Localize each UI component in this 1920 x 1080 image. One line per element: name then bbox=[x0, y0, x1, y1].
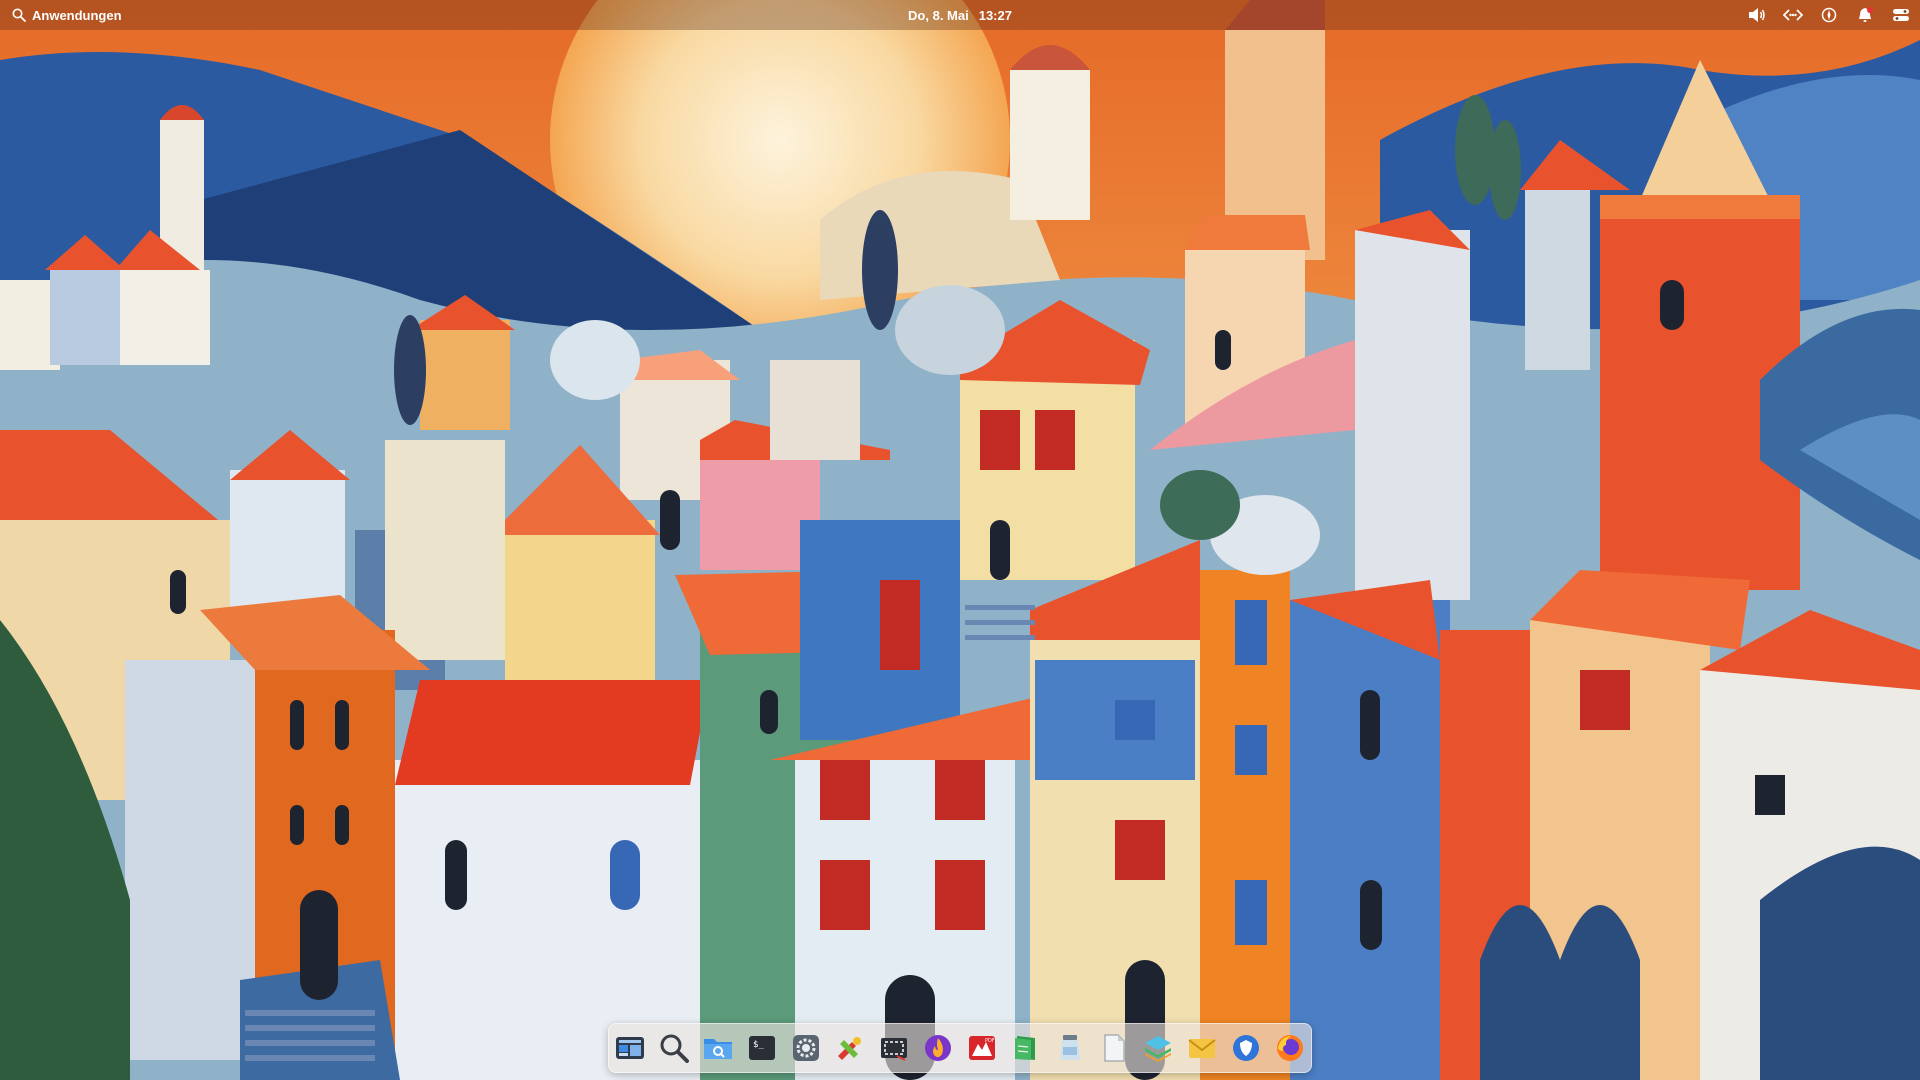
multitasking-view-icon bbox=[616, 1037, 644, 1059]
dock-item-layers[interactable] bbox=[1140, 1030, 1176, 1066]
top-panel: Anwendungen Do, 8. Mai 13:27 bbox=[0, 0, 1920, 30]
night-light-indicator[interactable] bbox=[1818, 4, 1840, 26]
dock: $_ PDF bbox=[608, 1023, 1312, 1073]
night-light-icon bbox=[1821, 7, 1837, 23]
date-label: Do, 8. Mai bbox=[908, 7, 969, 23]
shield-browser-icon bbox=[1233, 1035, 1259, 1061]
fire-app-icon bbox=[925, 1035, 951, 1061]
network-indicator[interactable] bbox=[1782, 4, 1804, 26]
dock-item-mail[interactable] bbox=[1184, 1030, 1220, 1066]
pdf-reader-icon: PDF bbox=[969, 1036, 995, 1060]
svg-text:$_: $_ bbox=[753, 1040, 764, 1050]
screenshot-icon bbox=[881, 1038, 907, 1061]
applications-menu-label: Anwendungen bbox=[32, 7, 122, 23]
dock-item-spreadsheet[interactable] bbox=[1008, 1030, 1044, 1066]
session-icon bbox=[1893, 9, 1909, 21]
system-settings-icon bbox=[793, 1035, 819, 1061]
dock-item-jar[interactable] bbox=[1052, 1030, 1088, 1066]
volume-indicator[interactable] bbox=[1746, 4, 1768, 26]
notifications-indicator[interactable] bbox=[1854, 4, 1876, 26]
dock-item-firefox[interactable] bbox=[1272, 1030, 1308, 1066]
dock-item-pdf-reader[interactable]: PDF bbox=[964, 1030, 1000, 1066]
terminal-icon: $_ bbox=[749, 1036, 775, 1060]
document-icon bbox=[1104, 1034, 1125, 1062]
search-icon bbox=[660, 1034, 689, 1063]
svg-text:PDF: PDF bbox=[985, 1038, 995, 1044]
files-icon bbox=[704, 1039, 732, 1059]
dock-item-terminal[interactable]: $_ bbox=[744, 1030, 780, 1066]
dock-item-screenshot[interactable] bbox=[876, 1030, 912, 1066]
dock-item-tools[interactable] bbox=[832, 1030, 868, 1066]
dock-item-fire-app[interactable] bbox=[920, 1030, 956, 1066]
jar-icon bbox=[1060, 1035, 1080, 1060]
dock-item-document[interactable] bbox=[1096, 1030, 1132, 1066]
system-indicators bbox=[1746, 0, 1912, 30]
date-time-indicator[interactable]: Do, 8. Mai 13:27 bbox=[850, 0, 1070, 30]
layers-icon bbox=[1145, 1036, 1171, 1062]
desktop-wallpaper bbox=[0, 0, 1920, 1080]
volume-icon bbox=[1749, 8, 1765, 22]
time-label: 13:27 bbox=[978, 7, 1012, 23]
spreadsheet-icon bbox=[1015, 1036, 1035, 1060]
mail-icon bbox=[1188, 1039, 1216, 1058]
applications-menu-button[interactable]: Anwendungen bbox=[6, 0, 128, 30]
dock-item-multitasking-view[interactable] bbox=[612, 1030, 648, 1066]
dock-item-shield-browser[interactable] bbox=[1228, 1030, 1264, 1066]
dock-item-system-settings[interactable] bbox=[788, 1030, 824, 1066]
dock-item-search[interactable] bbox=[656, 1030, 692, 1066]
dock-item-files[interactable] bbox=[700, 1030, 736, 1066]
firefox-icon bbox=[1277, 1035, 1303, 1061]
tools-icon bbox=[838, 1037, 861, 1060]
session-indicator[interactable] bbox=[1890, 4, 1912, 26]
search-icon bbox=[12, 8, 26, 22]
notification-badge bbox=[1867, 7, 1873, 13]
network-wired-icon bbox=[1783, 9, 1803, 21]
